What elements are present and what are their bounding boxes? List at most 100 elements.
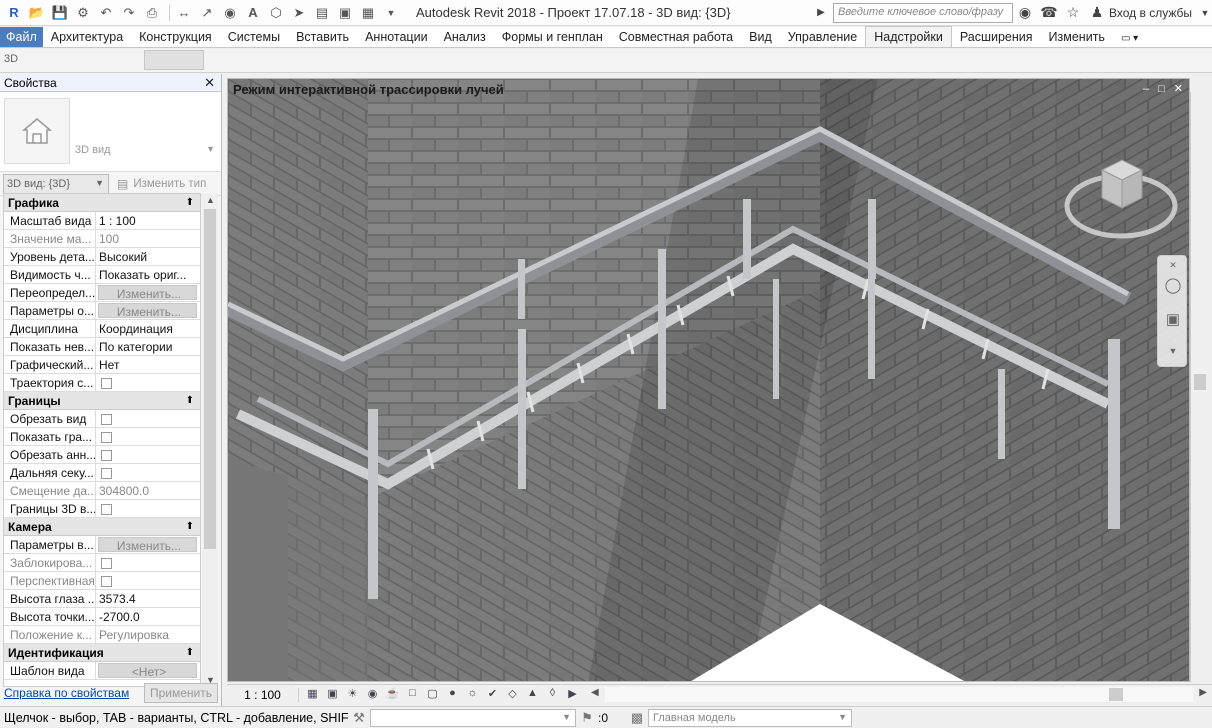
close-icon[interactable]: ✕: [204, 75, 215, 91]
app-menu-icon[interactable]: R: [4, 3, 24, 23]
tab-structure[interactable]: Конструкция: [131, 27, 220, 47]
3d-viewport[interactable]: Режим интерактивной трассировки лучей – …: [227, 78, 1190, 682]
tab-extensions[interactable]: Расширения: [952, 27, 1041, 47]
property-edit-button[interactable]: Изменить...: [98, 537, 197, 552]
property-value[interactable]: Показать ориг...: [96, 266, 200, 283]
tag-icon[interactable]: ◉: [220, 3, 240, 23]
more-icon[interactable]: ▶: [565, 687, 580, 702]
editing-requests-icon[interactable]: ⚑: [576, 710, 598, 726]
property-row[interactable]: Шаблон вида <Нет>: [4, 662, 200, 680]
filter-icon[interactable]: ▩: [626, 710, 648, 726]
property-section-header[interactable]: Графика ⬆: [4, 194, 200, 212]
type-dropdown-icon[interactable]: ▼: [206, 144, 215, 154]
viewport-vertical-scrollbar[interactable]: [1190, 92, 1208, 682]
communication-icon[interactable]: ☎: [1037, 4, 1061, 21]
type-selector[interactable]: 3D вид ▼: [0, 92, 221, 172]
property-checkbox[interactable]: [101, 504, 112, 515]
property-row[interactable]: Параметры в... Изменить...: [4, 536, 200, 554]
reveal-hidden-icon[interactable]: ✔: [485, 687, 500, 702]
tab-addins[interactable]: Надстройки: [865, 26, 952, 47]
login-button[interactable]: Вход в службы: [1109, 6, 1192, 20]
constraints-icon[interactable]: ◊: [545, 687, 560, 702]
collapse-icon[interactable]: ⬆: [186, 521, 194, 532]
scroll-thumb[interactable]: [1194, 374, 1206, 390]
crop-region-icon[interactable]: ▢: [425, 687, 440, 702]
sync-icon[interactable]: ⚙: [73, 3, 93, 23]
tab-architecture[interactable]: Архитектура: [43, 27, 131, 47]
search-input[interactable]: Введите ключевое слово/фразу: [833, 2, 1013, 23]
zoom-region-icon[interactable]: ▣: [1163, 310, 1183, 330]
dimension-icon[interactable]: ↗: [197, 3, 217, 23]
property-value[interactable]: 304800.0: [96, 482, 200, 499]
login-dropdown-icon[interactable]: ▼: [1198, 8, 1212, 18]
lock-view-icon[interactable]: ●: [445, 687, 460, 702]
property-value[interactable]: Регулировка: [96, 626, 200, 643]
property-edit-button[interactable]: Изменить...: [98, 285, 197, 300]
viewcube[interactable]: [1062, 150, 1180, 242]
undo-icon[interactable]: ↶: [96, 3, 116, 23]
workset-dropdown[interactable]: ▼: [370, 708, 576, 727]
property-row[interactable]: Траектория с...: [4, 374, 200, 392]
property-checkbox[interactable]: [101, 576, 112, 587]
3d-view-icon[interactable]: ⬡: [266, 3, 286, 23]
property-row[interactable]: Границы 3D в...: [4, 500, 200, 518]
property-row[interactable]: Видимость ч... Показать ориг...: [4, 266, 200, 284]
section-icon[interactable]: ➤: [289, 3, 309, 23]
render-icon[interactable]: ☕: [385, 687, 400, 702]
highlight-displacement-icon[interactable]: ▲: [525, 687, 540, 702]
property-row[interactable]: Перспективная: [4, 572, 200, 590]
property-section-header[interactable]: Камера ⬆: [4, 518, 200, 536]
property-checkbox[interactable]: [101, 468, 112, 479]
tab-view[interactable]: Вид: [741, 27, 780, 47]
properties-help-link[interactable]: Справка по свойствам: [4, 686, 129, 700]
apply-button[interactable]: Применить: [144, 683, 218, 703]
property-edit-button[interactable]: Изменить...: [98, 303, 197, 318]
property-value[interactable]: По категории: [96, 338, 200, 355]
property-value[interactable]: Высокий: [96, 248, 200, 265]
property-checkbox[interactable]: [101, 378, 112, 389]
qat-dropdown-icon[interactable]: ▼: [381, 3, 401, 23]
steering-wheel-icon[interactable]: ◯: [1163, 276, 1183, 296]
collapse-icon[interactable]: ⬆: [186, 197, 194, 208]
ribbon-options-dropdown-icon[interactable]: ▭ ▾: [1113, 30, 1146, 47]
property-value[interactable]: 1 : 100: [96, 212, 200, 229]
collapse-icon[interactable]: ⬆: [186, 395, 194, 406]
redo-icon[interactable]: ↷: [119, 3, 139, 23]
property-row[interactable]: Значение ма... 100: [4, 230, 200, 248]
property-row[interactable]: Масштаб вида 1 : 100: [4, 212, 200, 230]
property-checkbox[interactable]: [101, 558, 112, 569]
viewport-horizontal-scrollbar[interactable]: ◀ ▶: [591, 687, 1207, 702]
property-row[interactable]: Уровень дета... Высокий: [4, 248, 200, 266]
property-row[interactable]: Положение к... Регулировка: [4, 626, 200, 644]
options-bar-dropdown[interactable]: [144, 50, 204, 70]
viewport-window-controls[interactable]: – □ ✕: [1143, 82, 1186, 95]
property-edit-button[interactable]: <Нет>: [98, 663, 197, 678]
design-option-dropdown[interactable]: Главная модель ▼: [648, 708, 852, 727]
shadows-icon[interactable]: ◉: [365, 687, 380, 702]
scroll-up-icon[interactable]: ▲: [206, 195, 215, 205]
property-checkbox[interactable]: [101, 414, 112, 425]
print-icon[interactable]: ⎙: [142, 3, 162, 23]
property-row[interactable]: Заблокирова...: [4, 554, 200, 572]
scroll-thumb[interactable]: [204, 209, 216, 549]
user-icon[interactable]: ♟: [1085, 4, 1109, 21]
property-row[interactable]: Показать нев... По категории: [4, 338, 200, 356]
tab-insert[interactable]: Вставить: [288, 27, 357, 47]
crop-view-icon[interactable]: □: [405, 687, 420, 702]
property-section-header[interactable]: Границы ⬆: [4, 392, 200, 410]
property-row[interactable]: Дисциплина Координация: [4, 320, 200, 338]
tab-collaborate[interactable]: Совместная работа: [611, 27, 741, 47]
property-row[interactable]: Параметры о... Изменить...: [4, 302, 200, 320]
property-row[interactable]: Переопредел... Изменить...: [4, 284, 200, 302]
property-checkbox[interactable]: [101, 432, 112, 443]
text-icon[interactable]: A: [243, 3, 263, 23]
scroll-thumb[interactable]: [1109, 688, 1123, 701]
property-value[interactable]: -2700.0: [96, 608, 200, 625]
detail-level-icon[interactable]: ▦: [305, 687, 320, 702]
tab-file[interactable]: Файл: [0, 27, 43, 47]
tab-annotate[interactable]: Аннотации: [357, 27, 435, 47]
favorites-star-icon[interactable]: ☆: [1061, 4, 1085, 21]
property-value[interactable]: 100: [96, 230, 200, 247]
property-row[interactable]: Обрезать вид: [4, 410, 200, 428]
collapse-icon[interactable]: ⬆: [186, 647, 194, 658]
